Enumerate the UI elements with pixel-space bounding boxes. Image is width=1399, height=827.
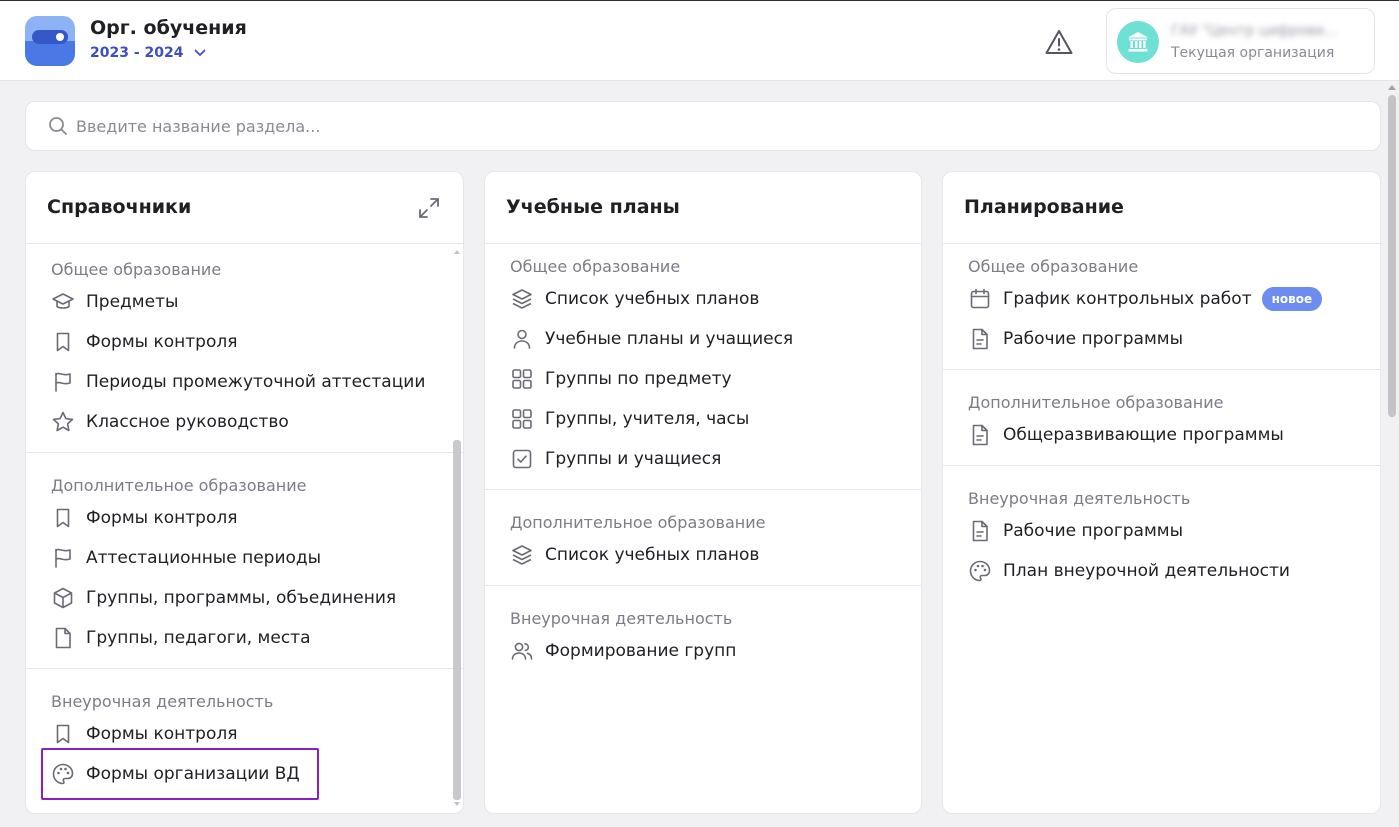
item-group-formation[interactable]: Формирование групп	[510, 635, 736, 667]
year-label: 2023 - 2024	[90, 45, 184, 61]
calendar-icon	[968, 287, 992, 311]
section-title-extracurricular: Внеурочная деятельность	[510, 609, 733, 628]
panel-header: Справочники	[26, 172, 463, 244]
document-icon	[968, 423, 992, 447]
expand-icon	[418, 197, 440, 219]
panel-title: Планирование	[964, 196, 1124, 218]
chevron-down-icon	[194, 49, 206, 57]
grid-icon	[510, 367, 534, 391]
item-curricula-list-additional[interactable]: Список учебных планов	[510, 539, 759, 571]
panel-curricula: Учебные планы Общее образование Список у…	[484, 171, 922, 814]
item-subject-groups[interactable]: Группы по предмету	[510, 363, 732, 395]
grid-icon	[510, 407, 534, 431]
graduation-cap-icon	[51, 290, 75, 314]
panel-planning: Планирование Общее образование График ко…	[942, 171, 1381, 814]
scroll-down-arrow[interactable]	[454, 802, 460, 806]
bookmark-icon	[51, 506, 75, 530]
scroll-up-arrow[interactable]	[1388, 85, 1396, 90]
scrollbar-thumb[interactable]	[1388, 95, 1396, 417]
item-control-forms-additional[interactable]: Формы контроля	[51, 502, 237, 534]
item-control-forms[interactable]: Формы контроля	[51, 326, 237, 358]
search-icon	[48, 116, 68, 136]
section-divider	[26, 452, 463, 453]
section-search[interactable]	[25, 101, 1381, 151]
section-divider	[485, 585, 921, 586]
new-badge: новое	[1261, 287, 1323, 311]
warning-icon	[1044, 28, 1074, 56]
item-attestation-periods[interactable]: Периоды промежуточной аттестации	[51, 366, 425, 398]
page-scrollbar[interactable]	[1384, 81, 1399, 827]
app-logo	[25, 16, 75, 66]
document-icon	[968, 327, 992, 351]
section-divider	[26, 668, 463, 669]
panel-header: Учебные планы	[485, 172, 921, 244]
section-title-general: Общее образование	[968, 257, 1139, 276]
section-divider	[943, 369, 1380, 370]
bank-building-icon	[1126, 30, 1150, 54]
section-title-general: Общее образование	[51, 260, 222, 279]
section-title-extracurricular: Внеурочная деятельность	[968, 489, 1191, 508]
section-divider	[943, 465, 1380, 466]
item-groups-programs-unions[interactable]: Группы, программы, объединения	[51, 582, 396, 614]
file-icon	[51, 626, 75, 650]
item-curricula-list[interactable]: Список учебных планов	[510, 283, 759, 315]
user-icon	[510, 327, 534, 351]
box-icon	[51, 586, 75, 610]
section-divider	[485, 489, 921, 490]
item-developmental-programs[interactable]: Общеразвивающие программы	[968, 419, 1284, 451]
item-subjects[interactable]: Предметы	[51, 286, 178, 318]
item-curricula-students[interactable]: Учебные планы и учащиеся	[510, 323, 793, 355]
section-title-additional: Дополнительное образование	[51, 476, 307, 495]
scrollbar-thumb[interactable]	[453, 440, 461, 800]
expand-button[interactable]	[417, 196, 441, 220]
users-icon	[510, 639, 534, 663]
bookmark-icon	[51, 330, 75, 354]
item-work-programs[interactable]: Рабочие программы	[968, 323, 1183, 355]
panel-header: Планирование	[943, 172, 1380, 244]
star-icon	[51, 410, 75, 434]
palette-icon	[968, 559, 992, 583]
flag-icon	[51, 370, 75, 394]
organization-name: ГАУ "Центр цифрови...	[1171, 23, 1338, 39]
item-test-schedule[interactable]: График контрольных работ новое	[968, 283, 1323, 315]
panel-title: Справочники	[47, 196, 192, 218]
organization-subtitle: Текущая организация	[1171, 45, 1335, 61]
layers-icon	[510, 543, 534, 567]
palette-icon	[51, 762, 75, 786]
section-title-additional: Дополнительное образование	[510, 513, 766, 532]
organization-selector[interactable]: ГАУ "Центр цифрови... Текущая организаци…	[1106, 8, 1375, 74]
check-square-icon	[510, 447, 534, 471]
document-icon	[968, 519, 992, 543]
item-class-management[interactable]: Классное руководство	[51, 406, 289, 438]
item-vd-organization-forms[interactable]: Формы организации ВД	[51, 758, 300, 790]
warning-button[interactable]	[1042, 25, 1076, 59]
section-title-extracurricular: Внеурочная деятельность	[51, 692, 274, 711]
layers-icon	[510, 287, 534, 311]
scroll-up-arrow[interactable]	[454, 250, 460, 254]
item-work-programs-extracurricular[interactable]: Рабочие программы	[968, 515, 1183, 547]
panel-title: Учебные планы	[506, 196, 680, 218]
app-title: Орг. обучения	[90, 17, 247, 39]
item-groups-students[interactable]: Группы и учащиеся	[510, 443, 721, 475]
app-header: Орг. обучения 2023 - 2024 ГАУ "Центр циф…	[0, 1, 1399, 81]
year-selector[interactable]: 2023 - 2024	[90, 45, 206, 61]
section-title-additional: Дополнительное образование	[968, 393, 1224, 412]
flag-icon	[51, 546, 75, 570]
panel-scrollbar[interactable]	[451, 244, 463, 813]
search-input[interactable]	[76, 116, 1380, 136]
item-attestation-periods-additional[interactable]: Аттестационные периоды	[51, 542, 321, 574]
item-extracurricular-plan[interactable]: План внеурочной деятельности	[968, 555, 1290, 587]
item-control-forms-extracurricular[interactable]: Формы контроля	[51, 718, 237, 750]
bookmark-icon	[51, 722, 75, 746]
organization-avatar	[1117, 21, 1159, 63]
panel-directories: Справочники Общее образование Предметы Ф…	[25, 171, 464, 814]
item-groups-teachers-hours[interactable]: Группы, учителя, часы	[510, 403, 749, 435]
item-groups-teachers-places[interactable]: Группы, педагоги, места	[51, 622, 311, 654]
section-title-general: Общее образование	[510, 257, 681, 276]
